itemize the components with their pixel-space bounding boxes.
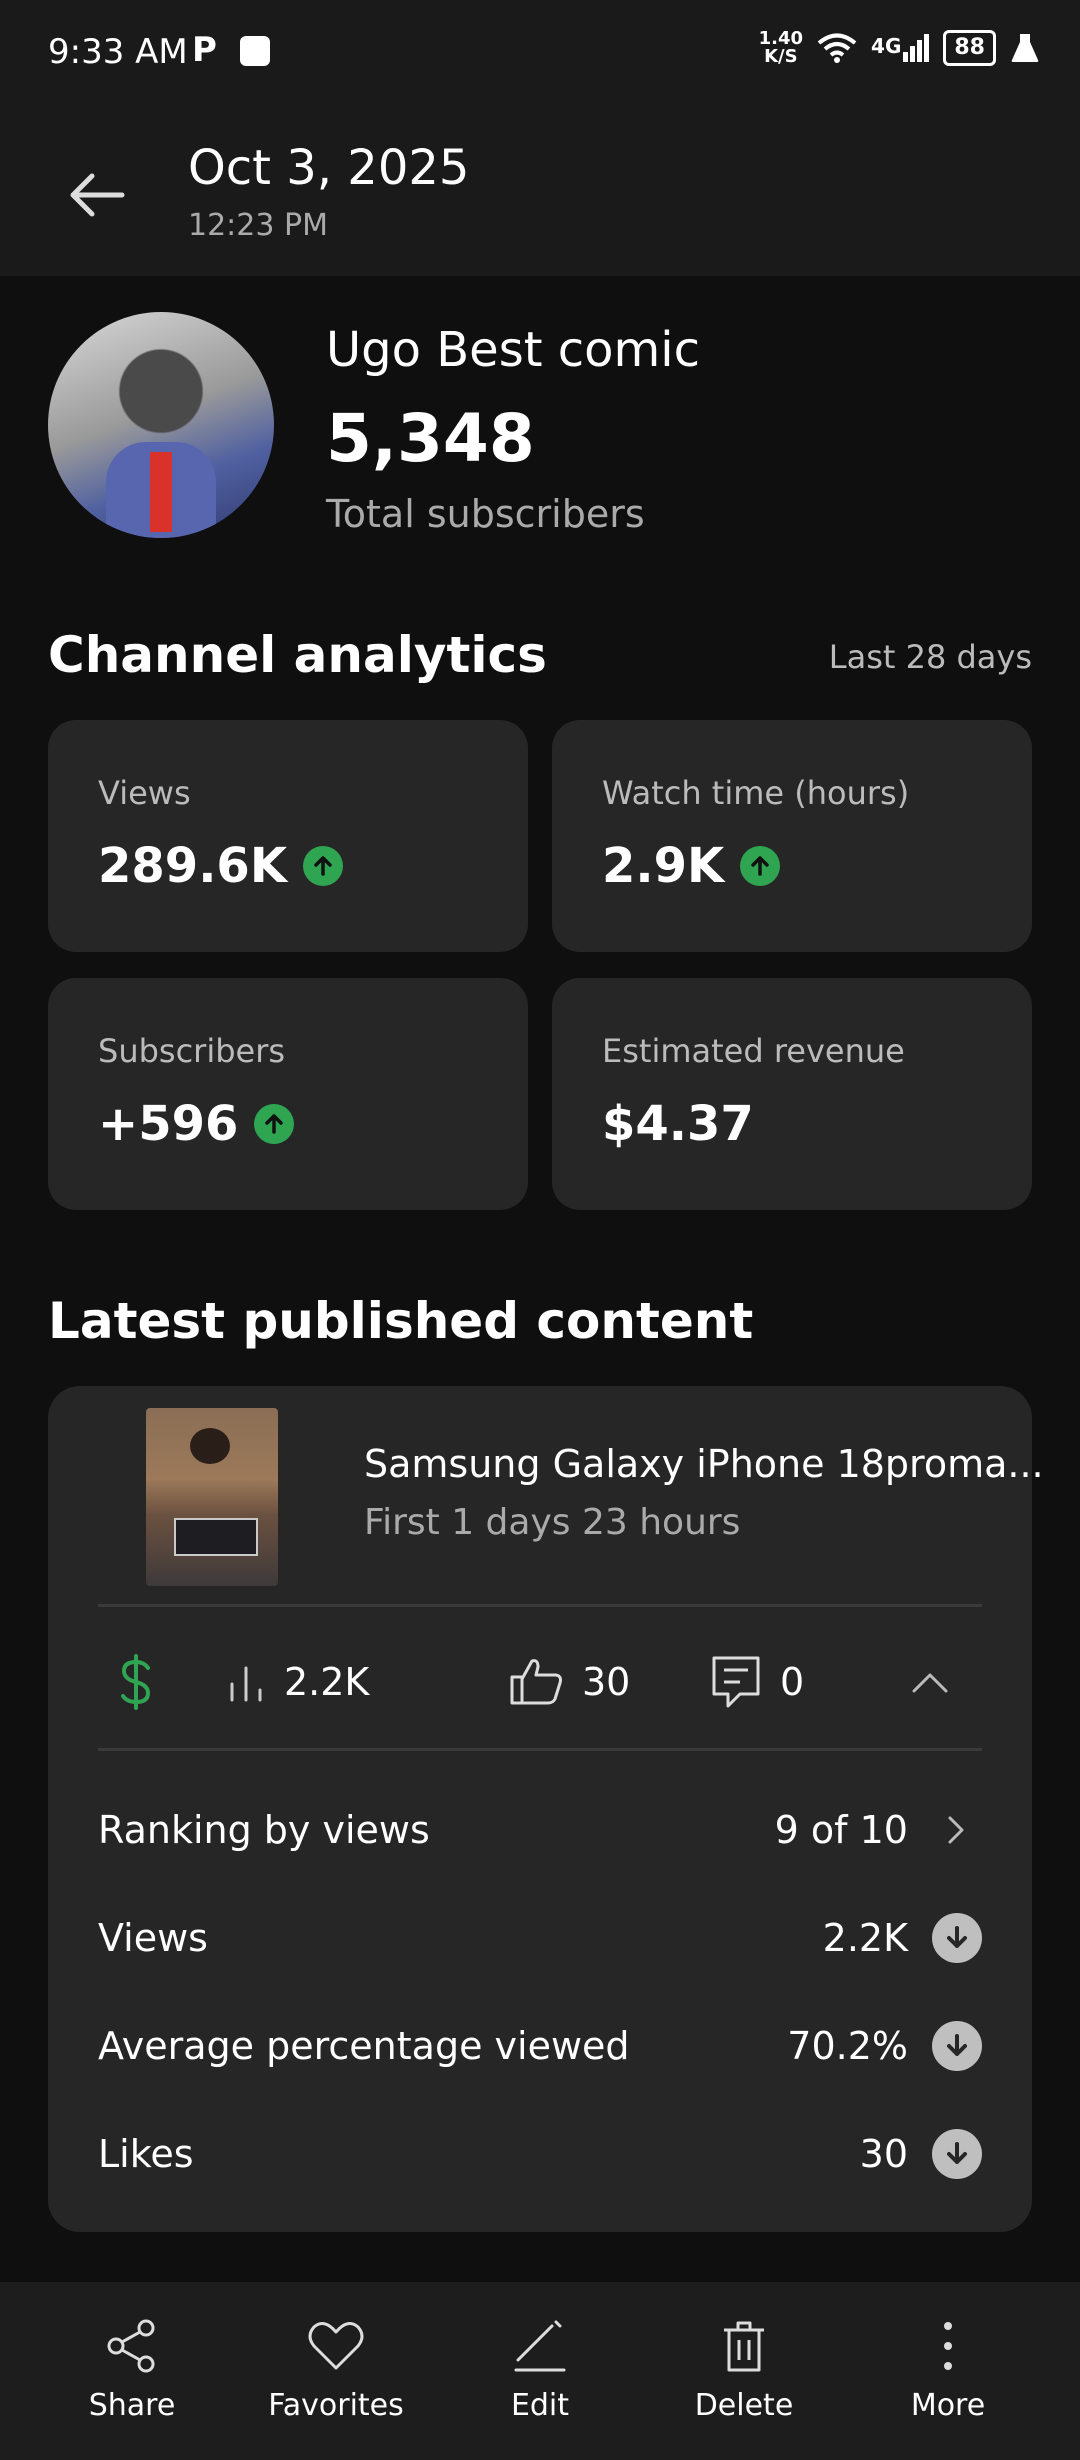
trend-up-icon bbox=[740, 846, 781, 886]
collapse-button[interactable] bbox=[910, 1667, 950, 1697]
back-arrow-icon[interactable] bbox=[62, 160, 132, 230]
more-label: More bbox=[910, 2388, 986, 2423]
video-age: First 1 days 23 hours bbox=[364, 1502, 741, 1543]
comments-stat-value: 0 bbox=[780, 1660, 805, 1704]
trend-up-icon bbox=[303, 846, 344, 886]
total-subscribers-count: 5,348 bbox=[326, 400, 535, 477]
bar-chart-icon bbox=[230, 1666, 262, 1702]
more-button[interactable]: More bbox=[858, 2318, 1038, 2423]
latest-content-title: Latest published content bbox=[48, 1292, 754, 1350]
watch-time-card[interactable]: Watch time (hours) 2.9K bbox=[552, 720, 1032, 952]
edit-icon bbox=[514, 2320, 566, 2372]
subscribers-card[interactable]: Subscribers +596 bbox=[48, 978, 528, 1210]
views-stat: 2.2K bbox=[226, 1660, 369, 1704]
watch-time-card-value: 2.9K bbox=[602, 838, 725, 894]
revenue-card-value: $4.37 bbox=[602, 1096, 754, 1152]
arrow-down-icon bbox=[932, 1913, 982, 1963]
comment-icon bbox=[712, 1656, 760, 1708]
comments-stat: 0 bbox=[710, 1654, 804, 1710]
edit-label: Edit bbox=[510, 2388, 570, 2423]
more-vertical-icon bbox=[944, 2322, 952, 2370]
thumbs-up-icon bbox=[510, 1659, 562, 1705]
parking-app-icon: P bbox=[192, 30, 217, 70]
wifi-icon bbox=[817, 33, 857, 63]
revenue-card[interactable]: Estimated revenue $4.37 bbox=[552, 978, 1032, 1210]
divider bbox=[98, 1748, 982, 1751]
latest-video-card: Samsung Galaxy iPhone 18proma... First 1… bbox=[48, 1386, 1044, 2232]
likes-row-label: Likes bbox=[98, 2132, 194, 2176]
views-row: Views 2.2K bbox=[98, 1898, 982, 1978]
revenue-card-value-row: $4.37 bbox=[602, 1096, 754, 1152]
views-row-value: 2.2K bbox=[822, 1916, 908, 1960]
avg-percentage-label: Average percentage viewed bbox=[98, 2024, 630, 2068]
trash-icon bbox=[724, 2321, 764, 2372]
views-stat-value: 2.2K bbox=[284, 1660, 370, 1704]
channel-name: Ugo Best comic bbox=[326, 322, 701, 378]
video-stats-row: 2.2K 30 0 bbox=[98, 1626, 982, 1738]
arrow-down-icon bbox=[932, 2129, 982, 2179]
delete-label: Delete bbox=[694, 2388, 794, 2423]
signal-icon: 4G bbox=[871, 34, 930, 62]
total-subscribers-label: Total subscribers bbox=[326, 492, 645, 536]
views-card[interactable]: Views 289.6K bbox=[48, 720, 528, 952]
subscribers-card-value-row: +596 bbox=[98, 1096, 295, 1152]
divider bbox=[98, 1604, 982, 1607]
channel-analytics-title: Channel analytics bbox=[48, 626, 547, 684]
avatar-detail bbox=[150, 452, 172, 532]
revenue-card-label: Estimated revenue bbox=[602, 1032, 905, 1070]
likes-row-value: 30 bbox=[859, 2132, 908, 2176]
chevron-right-icon bbox=[948, 1816, 964, 1844]
likes-stat-value: 30 bbox=[582, 1660, 631, 1704]
avg-percentage-row: Average percentage viewed 70.2% bbox=[98, 2006, 982, 2086]
channel-avatar[interactable] bbox=[48, 312, 274, 538]
likes-row: Likes 30 bbox=[98, 2114, 982, 2194]
video-title[interactable]: Samsung Galaxy iPhone 18proma... bbox=[364, 1442, 1044, 1486]
header-date: Oct 3, 2025 bbox=[188, 140, 470, 196]
views-row-label: Views bbox=[98, 1916, 208, 1960]
watch-time-card-value-row: 2.9K bbox=[602, 838, 781, 894]
watch-time-card-label: Watch time (hours) bbox=[602, 774, 910, 812]
avg-percentage-value: 70.2% bbox=[787, 2024, 908, 2068]
notification-icon bbox=[240, 36, 270, 66]
status-icons: 1.40 K/S 4G 88 bbox=[759, 30, 1040, 66]
chevron-up-icon bbox=[912, 1673, 948, 1693]
favorites-button[interactable]: Favorites bbox=[246, 2318, 426, 2423]
favorites-label: Favorites bbox=[268, 2388, 404, 2423]
header-time: 12:23 PM bbox=[188, 208, 328, 243]
views-card-value: 289.6K bbox=[98, 838, 288, 894]
ranking-row[interactable]: Ranking by views 9 of 10 bbox=[98, 1790, 982, 1870]
status-time: 9:33 AM bbox=[48, 32, 188, 72]
share-icon bbox=[107, 2319, 155, 2373]
edit-button[interactable]: Edit bbox=[450, 2318, 630, 2423]
views-card-label: Views bbox=[98, 774, 191, 812]
video-thumbnail[interactable] bbox=[146, 1408, 278, 1586]
heart-icon bbox=[308, 2321, 364, 2370]
net-speed: 1.40 K/S bbox=[758, 28, 804, 67]
arrow-down-icon bbox=[932, 2021, 982, 2071]
share-label: Share bbox=[88, 2388, 176, 2423]
top-app-bar: Oct 3, 2025 12:23 PM bbox=[0, 110, 1080, 276]
likes-stat: 30 bbox=[508, 1657, 630, 1707]
ranking-value: 9 of 10 bbox=[774, 1808, 908, 1852]
views-card-value-row: 289.6K bbox=[98, 838, 344, 894]
delete-button[interactable]: Delete bbox=[654, 2318, 834, 2423]
dollar-icon[interactable] bbox=[116, 1654, 156, 1710]
bottom-action-bar: Share Favorites Edit Delete More bbox=[0, 2282, 1080, 2460]
flask-icon bbox=[1011, 34, 1039, 62]
ranking-label: Ranking by views bbox=[98, 1808, 430, 1852]
trend-up-icon bbox=[254, 1104, 295, 1144]
analytics-period: Last 28 days bbox=[828, 638, 1032, 676]
subscribers-card-value: +596 bbox=[98, 1096, 239, 1152]
share-button[interactable]: Share bbox=[42, 2318, 222, 2423]
battery-indicator: 88 bbox=[943, 30, 996, 66]
status-bar: 9:33 AM P 1.40 K/S 4G 88 bbox=[0, 0, 1080, 110]
subscribers-card-label: Subscribers bbox=[98, 1032, 286, 1070]
